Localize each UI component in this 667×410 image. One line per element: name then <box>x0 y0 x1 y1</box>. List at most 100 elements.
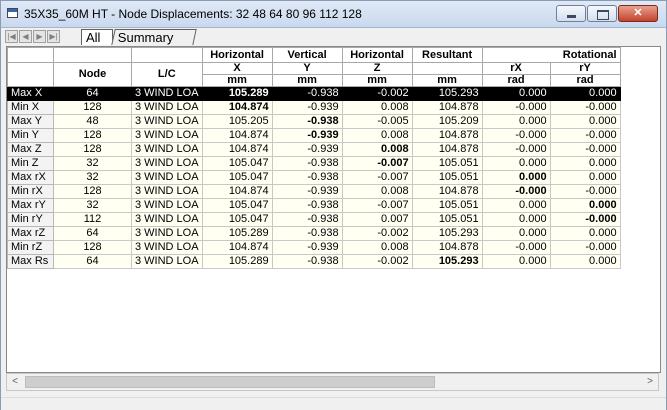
arrow-right-icon[interactable]: > <box>643 376 657 388</box>
y-cell[interactable]: -0.938 <box>271 156 343 171</box>
table-row[interactable]: Min rZ 128 3 WIND LOA 104.874 -0.939 0.008 104… <box>7 240 621 255</box>
z-cell[interactable]: -0.007 <box>341 170 413 185</box>
node-cell[interactable]: 64 <box>53 226 132 241</box>
z-cell[interactable]: 0.007 <box>341 212 413 227</box>
rx-cell[interactable]: 0.000 <box>481 198 551 213</box>
table-row[interactable]: Min rX 128 3 WIND LOA 104.874 -0.939 0.008 104… <box>7 184 621 199</box>
z-cell[interactable]: -0.002 <box>341 226 413 241</box>
rx-cell[interactable]: 0.000 <box>481 170 551 185</box>
row-label[interactable]: Min Z <box>7 156 54 171</box>
load-case-cell[interactable]: 3 WIND LOA <box>131 128 203 143</box>
first-icon[interactable]: |◀ <box>5 30 18 43</box>
row-label[interactable]: Max rY <box>7 198 54 213</box>
z-cell[interactable]: -0.007 <box>341 156 413 171</box>
load-case-cell[interactable]: 3 WIND LOA <box>131 212 203 227</box>
z-cell[interactable]: 0.008 <box>341 240 413 255</box>
scrollbar-thumb[interactable] <box>25 376 435 388</box>
ry-cell[interactable]: 0.000 <box>549 226 621 241</box>
horizontal-scrollbar[interactable]: < > <box>6 373 659 391</box>
y-cell[interactable]: -0.939 <box>271 142 343 157</box>
z-cell[interactable]: 0.008 <box>341 100 413 115</box>
title-bar[interactable]: 35X35_60M HT - Node Displacements: 32 48… <box>1 1 666 28</box>
y-cell[interactable]: -0.938 <box>271 212 343 227</box>
tab-all[interactable]: All <box>81 29 113 45</box>
ry-cell[interactable]: 0.000 <box>549 198 621 213</box>
rx-cell[interactable]: 0.000 <box>481 86 551 101</box>
resultant-cell[interactable]: 104.878 <box>411 184 483 199</box>
resultant-cell[interactable]: 105.293 <box>411 254 483 269</box>
load-case-cell[interactable]: 3 WIND LOA <box>131 100 203 115</box>
table-row[interactable]: Max Y 48 3 WIND LOA 105.205 -0.938 -0.005 105.… <box>7 114 621 129</box>
column-header-rx[interactable]: rX <box>481 62 551 75</box>
column-header-resultant[interactable] <box>411 62 483 75</box>
x-cell[interactable]: 104.874 <box>201 128 273 143</box>
prev-icon[interactable]: ◀ <box>19 30 32 43</box>
y-cell[interactable]: -0.939 <box>271 184 343 199</box>
x-cell[interactable]: 104.874 <box>201 142 273 157</box>
x-cell[interactable]: 105.047 <box>201 212 273 227</box>
results-grid[interactable]: Horizontal Vertical Horizontal Resultant… <box>6 46 661 373</box>
resultant-cell[interactable]: 105.051 <box>411 170 483 185</box>
load-case-cell[interactable]: 3 WIND LOA <box>131 240 203 255</box>
row-label[interactable]: Min rX <box>7 184 54 199</box>
z-cell[interactable]: 0.008 <box>341 184 413 199</box>
node-cell[interactable]: 128 <box>53 142 132 157</box>
minimize-button[interactable] <box>556 5 586 22</box>
load-case-cell[interactable]: 3 WIND LOA <box>131 86 203 101</box>
row-label[interactable]: Min rZ <box>7 240 54 255</box>
tab-summary[interactable]: Summary <box>111 29 197 45</box>
z-cell[interactable]: 0.008 <box>341 142 413 157</box>
ry-cell[interactable]: 0.000 <box>549 170 621 185</box>
load-case-cell[interactable]: 3 WIND LOA <box>131 156 203 171</box>
load-case-cell[interactable]: 3 WIND LOA <box>131 184 203 199</box>
z-cell[interactable]: -0.002 <box>341 254 413 269</box>
column-header-z[interactable]: Z <box>341 62 413 75</box>
last-icon[interactable]: ▶| <box>47 30 60 43</box>
node-cell[interactable]: 32 <box>53 170 132 185</box>
x-cell[interactable]: 105.289 <box>201 226 273 241</box>
ry-cell[interactable]: -0.000 <box>549 184 621 199</box>
rx-cell[interactable]: 0.000 <box>481 254 551 269</box>
rx-cell[interactable]: 0.000 <box>481 226 551 241</box>
z-cell[interactable]: 0.008 <box>341 128 413 143</box>
resultant-cell[interactable]: 105.051 <box>411 198 483 213</box>
x-cell[interactable]: 105.289 <box>201 254 273 269</box>
y-cell[interactable]: -0.938 <box>271 170 343 185</box>
rx-cell[interactable]: -0.000 <box>481 100 551 115</box>
z-cell[interactable]: -0.005 <box>341 114 413 129</box>
node-cell[interactable]: 112 <box>53 212 132 227</box>
node-cell[interactable]: 128 <box>53 128 132 143</box>
row-label[interactable]: Max rX <box>7 170 54 185</box>
ry-cell[interactable]: -0.000 <box>549 240 621 255</box>
y-cell[interactable]: -0.939 <box>271 240 343 255</box>
x-cell[interactable]: 104.874 <box>201 240 273 255</box>
resultant-cell[interactable]: 105.051 <box>411 156 483 171</box>
table-row[interactable]: Min Z 32 3 WIND LOA 105.047 -0.938 -0.007 105.… <box>7 156 621 171</box>
node-cell[interactable]: 32 <box>53 156 132 171</box>
column-header-lc[interactable]: L/C <box>131 62 203 87</box>
ry-cell[interactable]: 0.000 <box>549 114 621 129</box>
resultant-cell[interactable]: 104.878 <box>411 142 483 157</box>
table-row[interactable]: Max X 64 3 WIND LOA 105.289 -0.938 -0.002 105.… <box>7 86 621 101</box>
table-row[interactable]: Min Y 128 3 WIND LOA 104.874 -0.939 0.008 104.… <box>7 128 621 143</box>
resultant-cell[interactable]: 104.878 <box>411 100 483 115</box>
table-row[interactable]: Max rX 32 3 WIND LOA 105.047 -0.938 -0.007 105… <box>7 170 621 185</box>
rx-cell[interactable]: 0.000 <box>481 212 551 227</box>
x-cell[interactable]: 104.874 <box>201 100 273 115</box>
column-header-ry[interactable]: rY <box>549 62 621 75</box>
rx-cell[interactable]: -0.000 <box>481 240 551 255</box>
y-cell[interactable]: -0.938 <box>271 198 343 213</box>
load-case-cell[interactable]: 3 WIND LOA <box>131 198 203 213</box>
table-row[interactable]: Max rZ 64 3 WIND LOA 105.289 -0.938 -0.002 105… <box>7 226 621 241</box>
ry-cell[interactable]: 0.000 <box>549 86 621 101</box>
ry-cell[interactable]: 0.000 <box>549 156 621 171</box>
column-header-node[interactable]: Node <box>53 62 132 87</box>
x-cell[interactable]: 105.047 <box>201 156 273 171</box>
rx-cell[interactable]: -0.000 <box>481 128 551 143</box>
ry-cell[interactable]: -0.000 <box>549 142 621 157</box>
rx-cell[interactable]: 0.000 <box>481 114 551 129</box>
row-label[interactable]: Max rZ <box>7 226 54 241</box>
z-cell[interactable]: -0.002 <box>341 86 413 101</box>
y-cell[interactable]: -0.939 <box>271 128 343 143</box>
column-header-x[interactable]: X <box>201 62 273 75</box>
